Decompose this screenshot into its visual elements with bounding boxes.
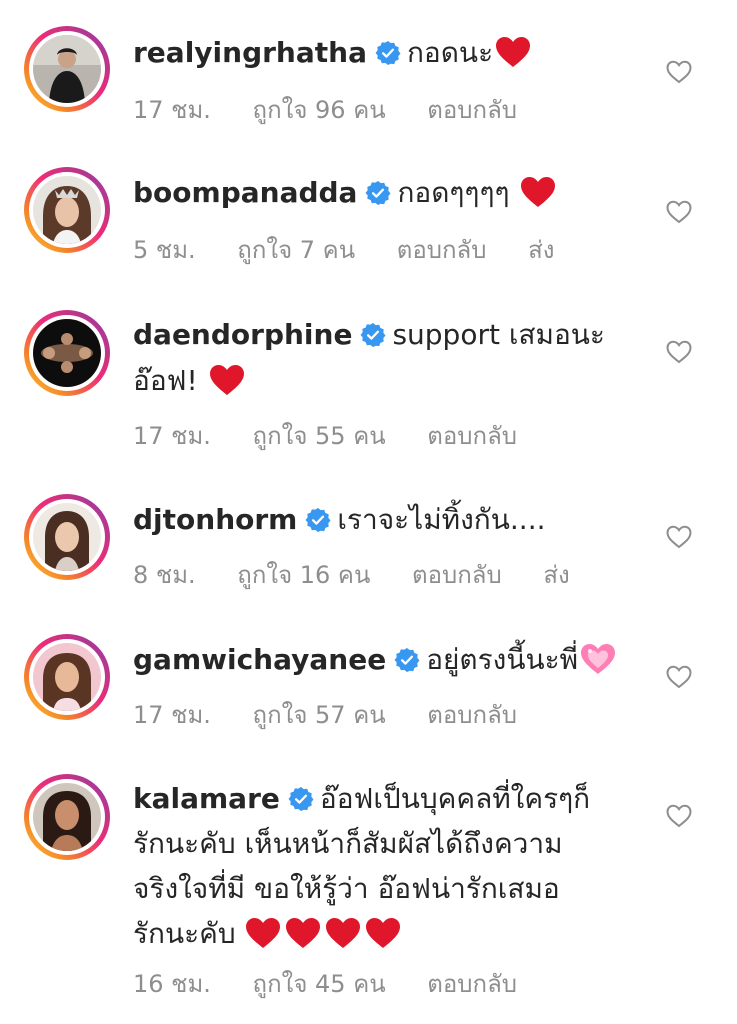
like-count[interactable]: ถูกใจ 45 คน [253, 970, 386, 998]
verified-badge-icon [375, 40, 401, 66]
username[interactable]: kalamare [133, 782, 280, 815]
verified-badge-icon [365, 180, 391, 206]
reply-button[interactable]: ตอบกลับ [427, 701, 517, 729]
comment-text: กอดนะ [406, 36, 494, 69]
avatar-story-ring[interactable] [24, 26, 110, 112]
like-count[interactable]: ถูกใจ 16 คน [237, 561, 370, 589]
verified-badge-icon [360, 322, 386, 348]
avatar[interactable] [33, 35, 101, 103]
reply-button[interactable]: ตอบกลับ [427, 970, 517, 998]
comment-text: กอดๆๆๆๆ [397, 176, 510, 209]
like-heart-icon[interactable] [666, 665, 692, 689]
comment-text: อยู่ตรงนี้นะพี่ [426, 643, 579, 676]
like-heart-icon[interactable] [666, 200, 692, 224]
comment-time: 17 ชม. [133, 422, 211, 450]
comment-text: อ๊อฟเป็นบุคคลที่ใครๆก็ [319, 782, 591, 815]
reply-button[interactable]: ตอบกลับ [397, 236, 487, 264]
comment-text: support เสมอนะ [392, 318, 605, 351]
red-heart-icon [325, 917, 361, 949]
avatar-story-ring[interactable] [24, 310, 110, 396]
like-heart-icon[interactable] [666, 340, 692, 364]
comment-time: 8 ชม. [133, 561, 196, 589]
send-button[interactable]: ส่ง [528, 236, 554, 264]
comment-text-line3: จริงใจที่มี ขอให้รู้ว่า อ๊อฟน่ารักเสมอ [133, 872, 560, 905]
comment-text-line2: อ๊อฟ! [133, 364, 198, 397]
send-button[interactable]: ส่ง [543, 561, 569, 589]
red-heart-icon [209, 364, 245, 396]
verified-badge-icon [394, 647, 420, 673]
like-heart-icon[interactable] [666, 60, 692, 84]
avatar-story-ring[interactable] [24, 774, 110, 860]
like-count[interactable]: ถูกใจ 96 คน [253, 96, 386, 124]
avatar-story-ring[interactable] [24, 167, 110, 253]
avatar[interactable] [33, 319, 101, 387]
red-heart-icon [365, 917, 401, 949]
avatar-story-ring[interactable] [24, 494, 110, 580]
avatar[interactable] [33, 503, 101, 571]
verified-badge-icon [305, 507, 331, 533]
comment-text-line4: รักนะคับ [133, 917, 236, 950]
username[interactable]: boompanadda [133, 176, 357, 209]
reply-button[interactable]: ตอบกลับ [427, 422, 517, 450]
like-heart-icon[interactable] [666, 804, 692, 828]
red-heart-icon [495, 36, 531, 68]
avatar-story-ring[interactable] [24, 634, 110, 720]
red-heart-icon [285, 917, 321, 949]
username[interactable]: djtonhorm [133, 503, 297, 536]
verified-badge-icon [288, 786, 314, 812]
like-count[interactable]: ถูกใจ 57 คน [253, 701, 386, 729]
username[interactable]: daendorphine [133, 318, 352, 351]
like-count[interactable]: ถูกใจ 7 คน [237, 236, 355, 264]
sparkling-heart-icon [580, 643, 616, 675]
avatar[interactable] [33, 176, 101, 244]
comment-time: 16 ชม. [133, 970, 211, 998]
like-count[interactable]: ถูกใจ 55 คน [253, 422, 386, 450]
avatar[interactable] [33, 783, 101, 851]
comment-text-line2: รักนะคับ เห็นหน้าก็สัมผัสได้ถึงความ [133, 827, 563, 860]
red-heart-icon [245, 917, 281, 949]
comment-time: 17 ชม. [133, 701, 211, 729]
like-heart-icon[interactable] [666, 525, 692, 549]
red-heart-icon [520, 176, 556, 208]
reply-button[interactable]: ตอบกลับ [427, 96, 517, 124]
comment-time: 17 ชม. [133, 96, 211, 124]
comment-time: 5 ชม. [133, 236, 196, 264]
comment-text: เราจะไม่ทิ้งกัน.... [337, 503, 546, 536]
username[interactable]: gamwichayanee [133, 643, 386, 676]
reply-button[interactable]: ตอบกลับ [412, 561, 502, 589]
username[interactable]: realyingrhatha [133, 36, 367, 69]
avatar[interactable] [33, 643, 101, 711]
